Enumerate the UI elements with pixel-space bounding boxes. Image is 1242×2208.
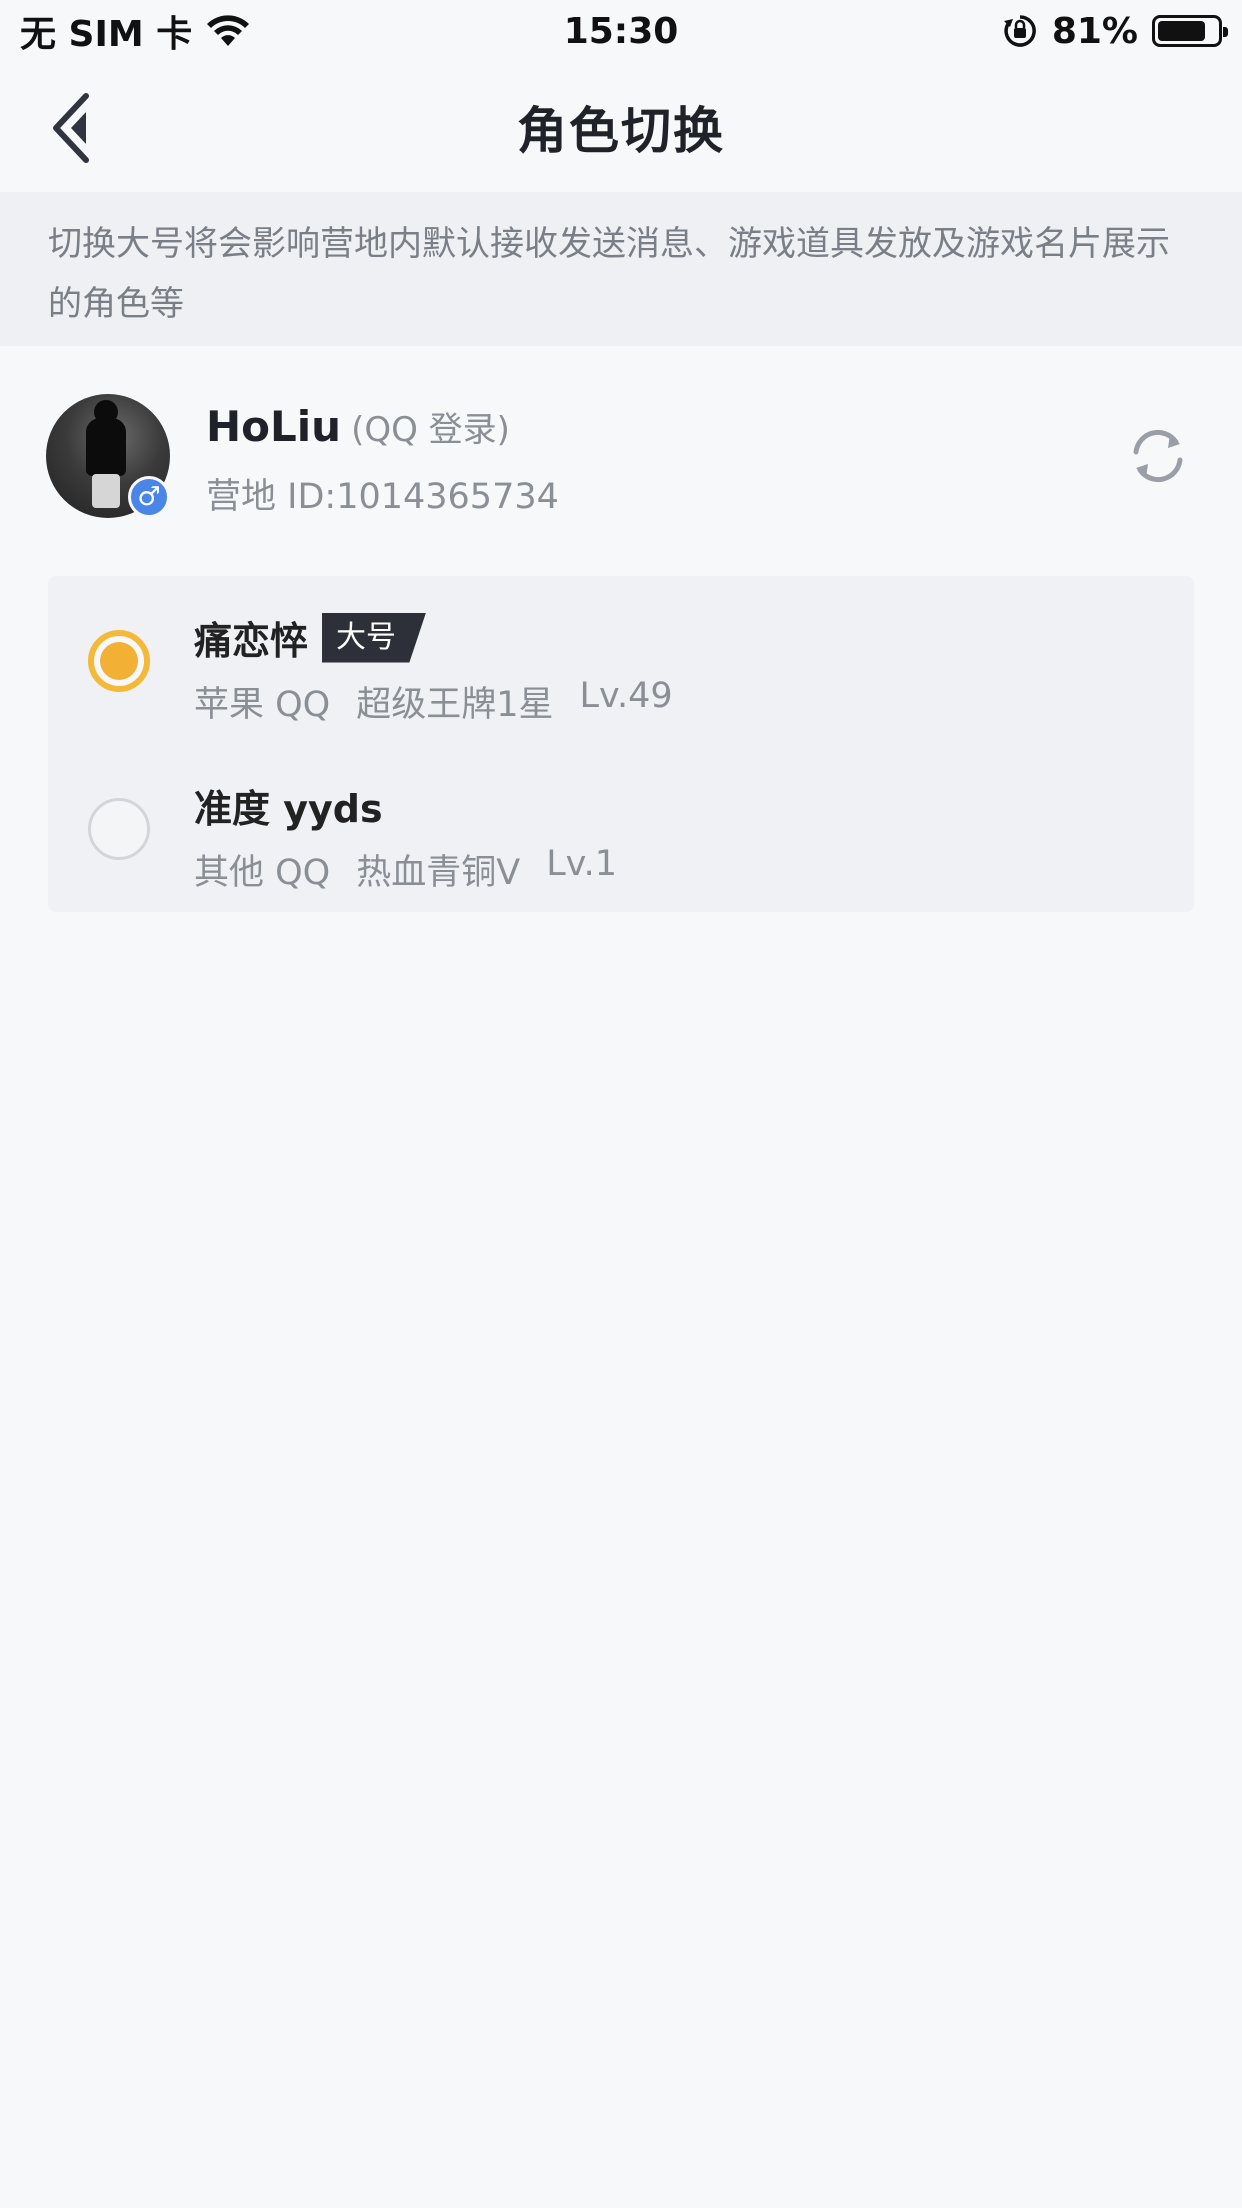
role-name: 准度 yyds	[194, 787, 383, 831]
role-item[interactable]: 准度 yyds 其他 QQ 热血青铜Ⅴ Lv.1	[48, 744, 1194, 912]
role-rank: 超级王牌1星	[356, 685, 554, 725]
radio-selected[interactable]	[88, 630, 150, 692]
role-name-row: 痛恋悴 大号	[194, 610, 427, 665]
status-bar: 无 SIM 卡 15:30 81%	[0, 0, 1242, 62]
profile-name: HoLiu	[206, 402, 342, 451]
status-left: 无 SIM 卡	[20, 5, 250, 57]
role-list: 痛恋悴 大号 苹果 QQ 超级王牌1星 Lv.49 准度 yyds 其他 QQ …	[48, 576, 1194, 912]
role-meta: 其他 QQ 热血青铜Ⅴ Lv.1	[194, 844, 617, 895]
role-platform: 其他 QQ	[194, 853, 331, 893]
role-item[interactable]: 痛恋悴 大号 苹果 QQ 超级王牌1星 Lv.49	[48, 576, 1194, 744]
main-account-tag: 大号	[322, 612, 427, 663]
back-button[interactable]	[48, 90, 108, 166]
role-meta: 苹果 QQ 超级王牌1星 Lv.49	[194, 676, 673, 727]
role-level: Lv.49	[579, 676, 673, 716]
role-rank: 热血青铜Ⅴ	[356, 853, 521, 893]
battery-icon	[1152, 15, 1228, 47]
role-platform: 苹果 QQ	[194, 685, 331, 725]
role-name: 痛恋悴	[194, 619, 309, 663]
profile-name-row: HoLiu (QQ 登录)	[206, 402, 510, 451]
profile-section: ♂ HoLiu (QQ 登录) 营地 ID:1014365734	[0, 394, 1242, 518]
battery-percent: 81%	[1051, 10, 1138, 52]
nav-bar: 角色切换	[0, 62, 1242, 192]
radio-unselected[interactable]	[88, 798, 150, 860]
carrier-label: 无 SIM 卡	[20, 14, 193, 55]
avatar-figure-body	[86, 418, 126, 476]
role-name-row: 准度 yyds	[194, 778, 383, 833]
role-level: Lv.1	[546, 844, 618, 884]
battery-fill	[1158, 21, 1205, 41]
notice-banner: 切换大号将会影响营地内默认接收发送消息、游戏道具发放及游戏名片展示的角色等	[0, 192, 1242, 346]
radio-dot	[100, 642, 138, 680]
orientation-lock-icon	[1003, 15, 1036, 47]
male-gender-icon: ♂	[128, 476, 170, 518]
camp-id: 营地 ID:1014365734	[206, 477, 559, 517]
wifi-icon	[207, 15, 250, 46]
page-title: 角色切换	[517, 102, 725, 160]
refresh-icon[interactable]	[1126, 424, 1190, 488]
avatar-figure-legs	[92, 474, 120, 508]
status-right: 81%	[1002, 10, 1228, 52]
login-method: (QQ 登录)	[351, 410, 510, 450]
